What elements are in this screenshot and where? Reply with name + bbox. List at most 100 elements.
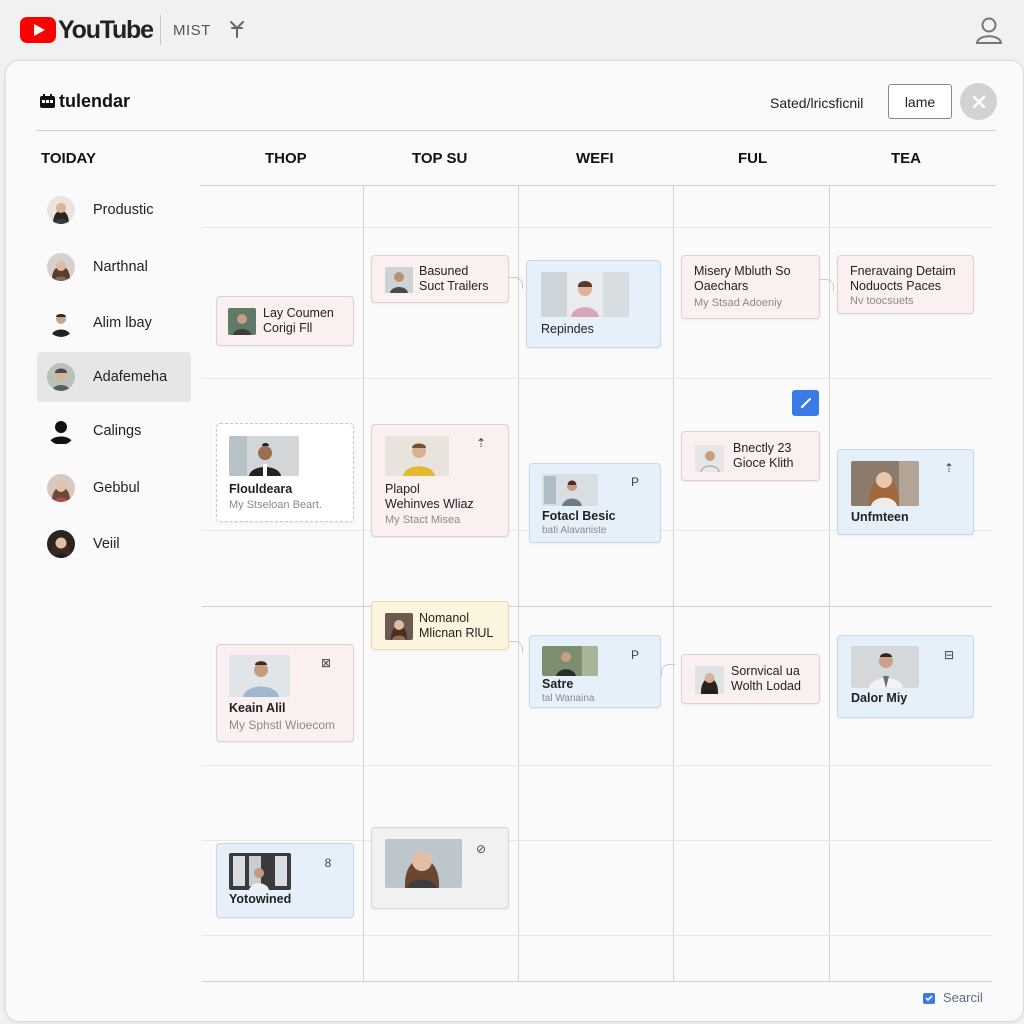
event-card-fotacl-besic[interactable]: P Fotacl Besic bati Alavaniste	[529, 463, 661, 543]
event-card-nomanol[interactable]: Nomanol Mlicnan RlUL	[371, 601, 509, 650]
sidebar-item-veiil[interactable]: Veiil	[37, 519, 191, 569]
event-thumbnail	[385, 839, 462, 888]
event-title: Flouldeara	[229, 482, 293, 496]
close-button[interactable]	[960, 83, 997, 120]
column-divider	[518, 186, 519, 981]
row-divider	[202, 606, 992, 607]
event-thumbnail	[385, 436, 449, 476]
event-card-flouldeara[interactable]: Flouldeara My Stseloan Beart.	[216, 423, 354, 522]
event-connector	[820, 279, 834, 291]
event-title: Fotacl Besic	[542, 509, 616, 523]
row-divider	[202, 935, 992, 936]
event-subtitle: My Sphstl Wioecom	[229, 718, 336, 732]
event-tag-icon: P	[630, 648, 639, 662]
event-title: Yotowined	[229, 892, 292, 906]
sidebar-item-label: Produstic	[93, 202, 154, 218]
sidebar-item-gebbul[interactable]: Gebbul	[37, 463, 191, 513]
event-title: Satre	[542, 677, 574, 691]
grid-bottom-divider	[202, 981, 992, 982]
event-subtitle: Corigi Fll	[263, 321, 313, 335]
avatar	[47, 417, 75, 445]
event-tag-icon: ⊘	[475, 842, 487, 856]
brand-name: YouTube	[58, 15, 154, 44]
sidebar-item-label: Narthnal	[93, 259, 148, 275]
sidebar-item-adafemeha[interactable]: Adafemeha	[37, 352, 191, 402]
close-icon	[972, 95, 985, 108]
event-subtitle: bati Alavaniste	[542, 525, 607, 536]
avatar	[47, 363, 75, 391]
event-subtitle: tal Wanaina	[542, 693, 595, 704]
search-icon	[923, 992, 935, 1004]
event-tag-icon: 8	[324, 856, 332, 870]
event-title: Lay Coumen	[263, 306, 334, 320]
event-title: Misery Mbluth So	[694, 264, 791, 278]
column-header-wefi: WEFI	[576, 150, 614, 167]
event-card-portrait[interactable]: ⊘	[371, 827, 509, 909]
search-link[interactable]: Searcil	[922, 990, 983, 1005]
event-title: Unfmteen	[851, 510, 909, 524]
header-action-link[interactable]: Sated/lricsficnil	[770, 95, 863, 111]
event-meta: My Stact Misea	[385, 514, 461, 526]
event-card-sornvical[interactable]: Sornvical ua Wolth Lodad	[681, 654, 820, 704]
event-card-yotowined[interactable]: 8 Yotowined	[216, 843, 354, 918]
top-label[interactable]: MIST	[173, 22, 211, 39]
event-thumbnail	[542, 646, 598, 676]
event-thumbnail	[851, 461, 919, 506]
header-divider	[36, 130, 996, 131]
event-thumbnail	[229, 655, 290, 697]
event-connector	[509, 277, 523, 289]
column-divider	[673, 186, 674, 981]
sidebar-item-label: Alim lbay	[93, 315, 152, 331]
event-tag-icon: ⇡	[943, 461, 955, 475]
sidebar-item-label: Gebbul	[93, 480, 140, 496]
event-card-satre[interactable]: P Satre tal Wanaina	[529, 635, 661, 708]
avatar	[47, 474, 75, 502]
youtube-logo[interactable]: YouTube	[20, 15, 154, 44]
account-icon[interactable]	[975, 15, 1003, 45]
event-card-fneravaing[interactable]: Fneravaing Detaim Noduocts Paces Nv tooc…	[837, 255, 974, 314]
column-divider	[829, 186, 830, 981]
edit-icon	[800, 398, 811, 408]
sidebar-item-calings[interactable]: Calings	[37, 406, 191, 456]
calendar-icon	[40, 94, 55, 108]
event-title: Basuned	[419, 264, 469, 278]
event-title: Bnectly 23	[733, 441, 792, 455]
column-header-ful: FUL	[738, 150, 768, 167]
event-card-keain-alil[interactable]: ⊠ Keain Alil My Sphstl Wioecom	[216, 644, 354, 742]
edit-button[interactable]	[792, 390, 819, 416]
event-connector	[661, 664, 675, 676]
event-card-lay-coumen[interactable]: Lay Coumen Corigi Fll	[216, 296, 354, 346]
column-header-today: TOIDAY	[41, 150, 97, 167]
pin-icon[interactable]	[228, 19, 246, 39]
event-tag-icon: ⇡	[475, 436, 487, 450]
sidebar-item-label: Calings	[93, 423, 142, 439]
event-card-repindes[interactable]: Repindes	[526, 260, 661, 348]
event-thumbnail	[541, 272, 629, 317]
event-card-plapol[interactable]: ⇡ Plapol Wehinves Wliaz My Stact Misea	[371, 424, 509, 537]
event-thumbnail	[228, 308, 256, 335]
calendar-title: tulendar	[39, 91, 130, 112]
event-subtitle: My Stseloan Beart.	[229, 499, 322, 511]
sidebar-item-alim-lbay[interactable]: Alim lbay	[37, 298, 191, 348]
sidebar-item-narthnal[interactable]: Narthnal	[37, 242, 191, 292]
event-subtitle: Suct Trailers	[419, 279, 489, 293]
top-divider	[160, 15, 161, 45]
row-divider	[202, 227, 992, 228]
event-card-basuned[interactable]: Basuned Suct Trailers	[371, 255, 509, 303]
event-card-unfmteen[interactable]: ⇡ Unfmteen	[837, 449, 974, 535]
sidebar-item-label: Veiil	[93, 536, 120, 552]
column-header-thop: THOP	[265, 150, 307, 167]
event-meta: Nv toocsuets	[850, 295, 914, 307]
event-title: Sornvical ua	[731, 664, 800, 678]
event-thumbnail	[385, 267, 413, 293]
event-card-bnectly[interactable]: Bnectly 23 Gioce Klith	[681, 431, 820, 481]
event-subtitle: Noduocts Paces	[850, 279, 942, 293]
sidebar-item-label: Adafemeha	[93, 369, 168, 385]
header-button[interactable]: lame	[888, 84, 952, 119]
event-thumbnail	[695, 445, 724, 472]
sidebar-item-produstic[interactable]: Produstic	[37, 185, 191, 235]
event-card-dalor-miy[interactable]: ⊟ Dalor Miy	[837, 635, 974, 718]
event-subtitle: Gioce Klith	[733, 456, 794, 470]
event-card-misery-mbluth[interactable]: Misery Mbluth So Oaechars My Stsad Adoen…	[681, 255, 820, 319]
column-divider	[363, 186, 364, 981]
